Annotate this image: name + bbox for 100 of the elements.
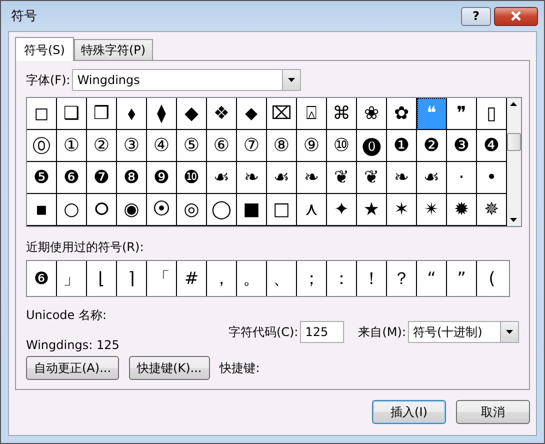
symbol-cell[interactable]: ❧ — [297, 162, 327, 194]
symbol-cell[interactable]: ❾ — [147, 162, 177, 194]
from-label: 来自(M): — [358, 324, 406, 340]
symbol-cell[interactable]: ⭘ — [87, 194, 117, 226]
caret-icon — [506, 330, 513, 334]
recent-symbol-cell[interactable]: ： — [327, 261, 357, 296]
scroll-down-icon — [510, 218, 517, 222]
caret-icon — [288, 78, 296, 82]
symbol-cell[interactable]: ○ — [57, 194, 87, 226]
symbol-cell[interactable]: □ — [267, 194, 297, 226]
symbol-cell[interactable]: ☙ — [267, 162, 297, 194]
symbol-cell[interactable]: ❷ — [417, 130, 447, 162]
symbol-cell[interactable]: ⋏ — [297, 194, 327, 226]
recent-symbol-cell[interactable]: ⌊ — [87, 261, 117, 296]
tab[interactable]: 符号(S) — [15, 37, 74, 61]
symbol-cell[interactable]: ◆ — [177, 98, 207, 130]
symbol-cell[interactable]: ▪ — [27, 194, 57, 226]
char-code-field[interactable]: 125 — [300, 321, 344, 343]
symbol-cell[interactable]: ❽ — [117, 162, 147, 194]
symbol-cell[interactable]: ◯ — [207, 194, 237, 226]
symbol-cell[interactable]: ❑ — [57, 98, 87, 130]
symbol-cell[interactable]: ⑧ — [267, 130, 297, 162]
symbol-cell[interactable]: ⌘ — [327, 98, 357, 130]
close-icon — [510, 11, 522, 21]
dialog-button[interactable]: 快捷键(K)... — [129, 356, 210, 380]
recent-symbols-label: 近期使用过的符号(R): — [26, 239, 145, 256]
symbol-cell[interactable]: ⍓ — [297, 98, 327, 130]
symbol-cell[interactable]: ① — [57, 130, 87, 162]
symbol-cell[interactable]: ❀ — [357, 98, 387, 130]
scrollbar[interactable] — [507, 98, 520, 226]
symbol-cell[interactable]: ❻ — [57, 162, 87, 194]
recent-symbol-cell[interactable]: ？ — [387, 261, 417, 296]
symbol-cell[interactable]: ⑩ — [327, 130, 357, 162]
recent-symbol-cell[interactable]: ⌉ — [117, 261, 147, 296]
symbol-cell[interactable]: ⌧ — [267, 98, 297, 130]
recent-symbol-cell[interactable]: ， — [207, 261, 237, 296]
recent-symbol-cell[interactable]: “ — [417, 261, 447, 296]
symbol-cell[interactable]: ④ — [147, 130, 177, 162]
symbol-cell[interactable]: ⑥ — [207, 130, 237, 162]
symbol-cell[interactable]: ❼ — [87, 162, 117, 194]
recent-symbol-cell[interactable]: ！ — [357, 261, 387, 296]
symbol-cell[interactable]: ❧ — [387, 162, 417, 194]
symbol-cell[interactable]: ★ — [357, 194, 387, 226]
recent-symbol-cell[interactable]: ； — [297, 261, 327, 296]
font-label: 字体(F): — [26, 72, 70, 88]
font-dropdown[interactable]: Wingdings — [72, 69, 302, 91]
char-code-label: 字符代码(C): — [228, 324, 298, 340]
symbol-cell[interactable]: ⧫ — [147, 98, 177, 130]
recent-symbol-cell[interactable]: 、 — [267, 261, 297, 296]
symbol-cell[interactable]: ◎ — [177, 194, 207, 226]
symbol-cell[interactable]: ⦿ — [147, 194, 177, 226]
dialog-button[interactable]: 自动更正(A)... — [26, 356, 120, 380]
symbol-cell[interactable]: ☙ — [417, 162, 447, 194]
footer-button[interactable]: 插入(I) — [372, 400, 446, 424]
symbol-cell[interactable]: ❦ — [327, 162, 357, 194]
symbol-cell[interactable]: ❞ — [447, 98, 477, 130]
symbol-cell[interactable]: ❧ — [237, 162, 267, 194]
symbol-cell[interactable]: ❖ — [207, 98, 237, 130]
symbol-cell[interactable]: ◉ — [117, 194, 147, 226]
symbol-cell[interactable]: ❺ — [27, 162, 57, 194]
symbol-cell[interactable]: ⓪ — [27, 130, 57, 162]
unicode-name-label: Unicode 名称: — [26, 307, 108, 324]
help-button[interactable]: ? — [461, 6, 491, 26]
from-dropdown[interactable]: 符号(十进制) — [408, 321, 519, 343]
symbol-cell[interactable]: ⑤ — [177, 130, 207, 162]
recent-symbol-cell[interactable]: ❻ — [27, 261, 57, 296]
shortcut-label: 快捷键: — [220, 360, 260, 376]
symbol-cell[interactable]: ⑦ — [237, 130, 267, 162]
symbol-cell[interactable]: ❸ — [447, 130, 477, 162]
close-button[interactable] — [494, 6, 538, 26]
symbol-cell[interactable]: ⬧ — [117, 98, 147, 130]
symbol-cell[interactable]: ☙ — [207, 162, 237, 194]
tab[interactable]: 特殊字符(P) — [74, 39, 153, 60]
recent-symbol-cell[interactable]: ( — [477, 261, 507, 296]
recent-symbol-cell[interactable]: 「 — [147, 261, 177, 296]
symbol-cell[interactable]: ❒ — [87, 98, 117, 130]
symbol-cell[interactable]: ③ — [117, 130, 147, 162]
symbol-cell[interactable]: ■ — [237, 194, 267, 226]
scrollbar-thumb[interactable] — [506, 133, 520, 151]
symbol-cell[interactable]: ⬥ — [237, 98, 267, 130]
window-title: 符号 — [11, 8, 38, 25]
symbol-cell[interactable]: ✦ — [327, 194, 357, 226]
symbol-cell[interactable]: ✴ — [417, 194, 447, 226]
symbol-cell[interactable]: ✶ — [387, 194, 417, 226]
scroll-up-icon — [510, 102, 517, 106]
symbol-cell[interactable]: ⑨ — [297, 130, 327, 162]
recent-symbol-cell[interactable]: # — [177, 261, 207, 296]
symbol-cell[interactable]: ❦ — [357, 162, 387, 194]
symbol-cell[interactable]: ❶ — [387, 130, 417, 162]
symbol-cell[interactable]: · — [447, 162, 477, 194]
unicode-name-value: Wingdings: 125 — [26, 338, 120, 352]
footer-button[interactable]: 取消 — [456, 400, 530, 424]
symbol-cell[interactable]: ◻ — [27, 98, 57, 130]
symbol-cell[interactable]: ② — [87, 130, 117, 162]
symbol-cell[interactable]: ✹ — [447, 194, 477, 226]
symbol-cell[interactable]: ⓿ — [357, 130, 387, 162]
symbol-cell[interactable]: ❿ — [177, 162, 207, 194]
recent-symbol-cell[interactable]: ” — [447, 261, 477, 296]
recent-symbol-cell[interactable]: 。 — [237, 261, 267, 296]
recent-symbol-cell[interactable]: 」 — [57, 261, 87, 296]
